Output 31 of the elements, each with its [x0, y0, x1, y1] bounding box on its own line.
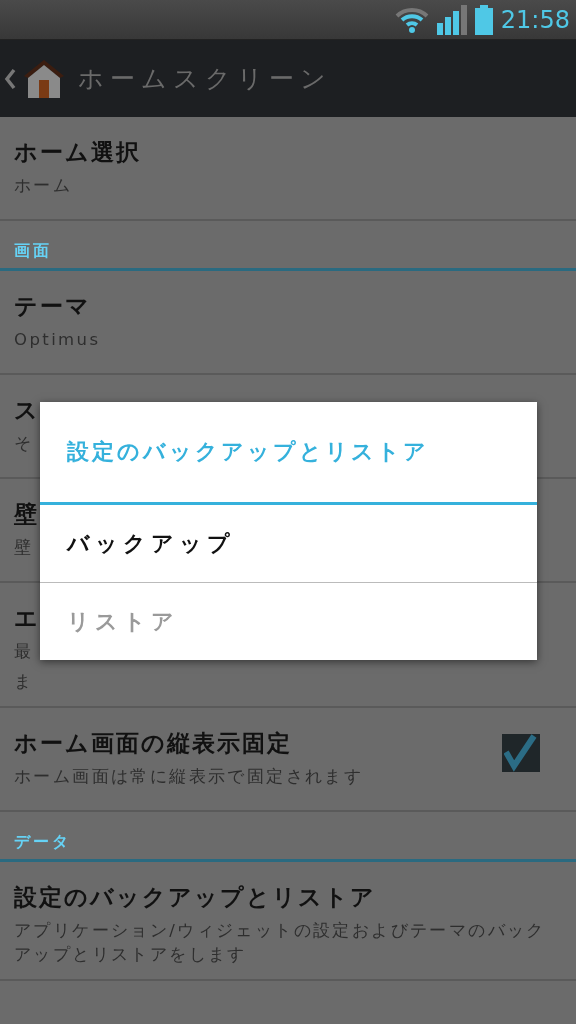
item-title: ホーム選択 [14, 138, 141, 167]
item-subtitle: 最 [14, 641, 34, 663]
screen-title: ホームスクリーン [78, 63, 332, 95]
signal-icon [436, 4, 467, 35]
item-subtitle: そ [14, 433, 34, 455]
house-icon[interactable] [22, 57, 66, 100]
section-header: 画面 [14, 241, 52, 262]
checkbox[interactable] [502, 733, 540, 772]
dialog-option[interactable]: バックアップ [40, 505, 537, 582]
item-title: テーマ [14, 292, 91, 321]
settings-item[interactable]: ホーム画面の縦表示固定 ホーム画面は常に縦表示で固定されます [0, 707, 576, 812]
item-title: ス [14, 396, 40, 425]
back-caret-icon[interactable] [4, 67, 16, 90]
item-subtitle: 壁 [14, 537, 34, 559]
item-subtitle: ホーム画面は常に縦表示で固定されます [14, 765, 364, 788]
check-icon [504, 733, 538, 772]
settings-item[interactable]: テーマ Optimus [0, 271, 576, 375]
section-header: データ [14, 831, 71, 853]
item-title: エ [14, 604, 40, 633]
item-subtitle: ま [14, 670, 34, 693]
settings-item[interactable]: ホーム選択 ホーム [0, 117, 576, 221]
item-subtitle: ホーム [14, 175, 73, 197]
settings-item[interactable]: 設定のバックアップとリストア アプリケーション/ウィジェットの設定およびテーマのバックアップとリストアをします [0, 861, 576, 981]
wifi-icon [394, 5, 429, 34]
item-subtitle: Optimus [14, 329, 101, 351]
item-title: 設定のバックアップとリストア [14, 882, 376, 912]
item-subtitle: アプリケーション/ウィジェットの設定およびテーマのバックアップとリストアをします [14, 919, 547, 966]
clock-time: 21:58 [500, 5, 570, 34]
item-title: ホーム画面の縦表示固定 [14, 728, 292, 758]
item-title: 壁 [14, 500, 39, 529]
battery-icon [474, 4, 493, 35]
